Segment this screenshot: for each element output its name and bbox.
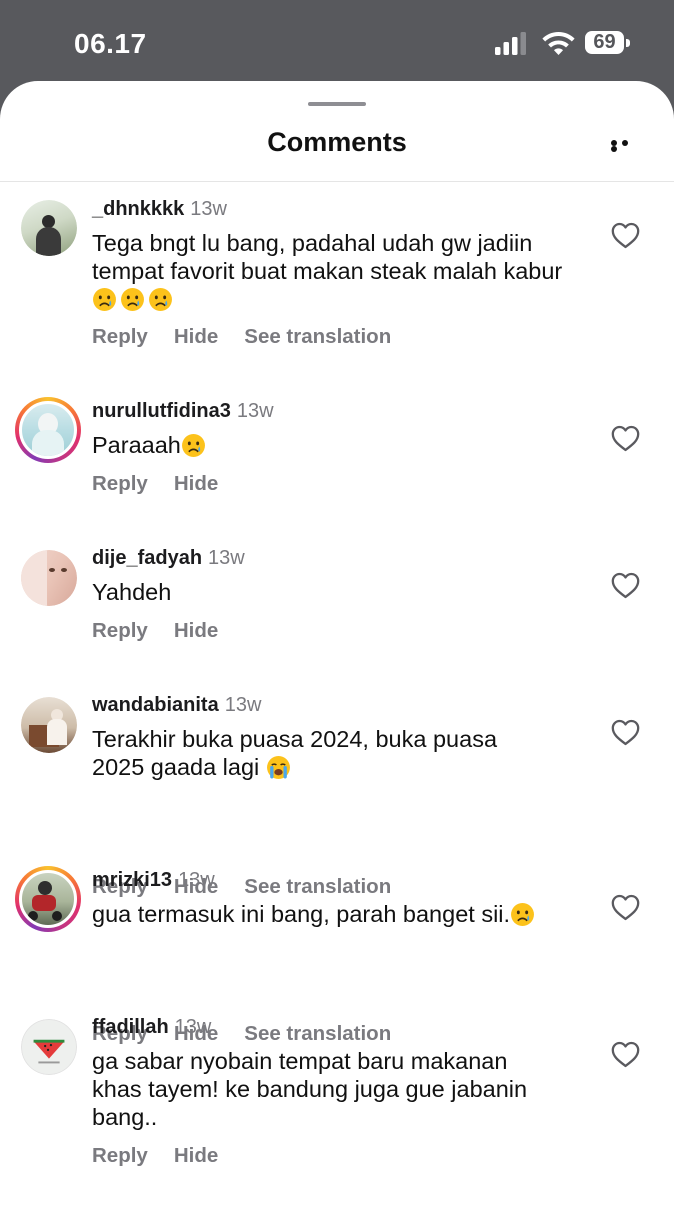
sheet-drag-handle[interactable] xyxy=(308,102,366,106)
comment-timestamp: 13w xyxy=(178,869,215,891)
comment-timestamp: 13w xyxy=(208,547,245,569)
hide-button[interactable]: Hide xyxy=(174,325,218,348)
reply-button[interactable]: Reply xyxy=(92,472,148,495)
comment-body: Terakhir buka puasa 2024, buka puasa 202… xyxy=(92,726,498,780)
comment-meta: ffadillah 13w xyxy=(92,1016,211,1039)
crying-face-icon xyxy=(121,288,144,311)
comment-meta: wandabianita 13w xyxy=(92,694,261,717)
comment-text: Paraaah xyxy=(92,431,584,459)
battery-indicator: 69 xyxy=(585,31,624,54)
cellular-signal-icon xyxy=(495,32,526,55)
like-heart-icon[interactable] xyxy=(611,222,640,249)
status-bar: 06.17 69 xyxy=(0,0,674,90)
crying-face-icon xyxy=(93,288,116,311)
avatar-story-ring[interactable] xyxy=(15,397,81,463)
comment-username[interactable]: _dhnkkkk xyxy=(92,198,184,220)
comment-username[interactable]: nurullutfidina3 xyxy=(92,400,231,422)
comments-sheet: Comments _dhnkkkk 13w Tega bngt lu bang, … xyxy=(0,81,674,1221)
like-heart-icon[interactable] xyxy=(611,1041,640,1068)
comment-text: Terakhir buka puasa 2024, buka puasa 202… xyxy=(92,725,532,781)
reply-button[interactable]: Reply xyxy=(92,325,148,348)
crying-face-icon xyxy=(149,288,172,311)
comment-meta: _dhnkkkk 13w xyxy=(92,198,227,221)
avatar[interactable] xyxy=(21,1019,77,1075)
hide-button[interactable]: Hide xyxy=(174,472,218,495)
battery-tip-icon xyxy=(626,39,630,47)
comment-meta: mrizki13 13w xyxy=(92,869,215,892)
avatar[interactable] xyxy=(21,200,77,256)
like-heart-icon[interactable] xyxy=(611,572,640,599)
crying-face-icon xyxy=(181,434,205,457)
comment-actions: Reply Hide xyxy=(92,1144,244,1168)
comment-timestamp: 13w xyxy=(224,694,262,716)
comment-actions: Reply Hide xyxy=(92,619,244,643)
comment-body: Paraaah xyxy=(92,432,181,458)
reply-button[interactable]: Reply xyxy=(92,1144,148,1167)
sheet-title: Comments xyxy=(267,127,407,157)
comment-meta: nurullutfidina3 13w xyxy=(92,400,274,423)
comment-timestamp: 13w xyxy=(190,198,227,220)
see-translation-button[interactable]: See translation xyxy=(244,1022,391,1045)
wifi-icon xyxy=(542,32,575,55)
comment-text: Yahdeh xyxy=(92,578,584,606)
watermelon-logo-icon xyxy=(33,1039,65,1064)
comment-actions: Reply Hide xyxy=(92,472,244,496)
header-divider xyxy=(0,181,674,182)
like-heart-icon[interactable] xyxy=(611,425,640,452)
avatar-story-ring[interactable] xyxy=(15,866,81,932)
comment-text: Tega bngt lu bang, padahal udah gw jadii… xyxy=(92,229,584,313)
comment-username[interactable]: wandabianita xyxy=(92,694,219,716)
see-translation-button[interactable]: See translation xyxy=(244,325,391,348)
comment-username[interactable]: mrizki13 xyxy=(92,869,172,891)
comment-username[interactable]: ffadillah xyxy=(92,1016,169,1038)
loudly-crying-face-icon xyxy=(266,756,290,779)
like-heart-icon[interactable] xyxy=(611,894,640,921)
crying-face-icon xyxy=(511,903,535,926)
status-time: 06.17 xyxy=(74,28,147,59)
comment-body: Yahdeh xyxy=(92,579,172,605)
comment-body: ga sabar nyobain tempat baru makanan kha… xyxy=(92,1048,528,1130)
comment-text: ga sabar nyobain tempat baru makanan kha… xyxy=(92,1047,552,1131)
comment-timestamp: 13w xyxy=(174,1016,212,1038)
hide-button[interactable]: Hide xyxy=(174,619,218,642)
avatar[interactable] xyxy=(21,550,77,606)
hide-button[interactable]: Hide xyxy=(174,1144,218,1167)
comment-actions: Reply Hide See translation xyxy=(92,325,417,349)
reply-button[interactable]: Reply xyxy=(92,619,148,642)
comment-text: gua termasuk ini bang, parah banget sii. xyxy=(92,900,584,928)
more-options-icon[interactable] xyxy=(611,140,641,152)
comment-username[interactable]: dije_fadyah xyxy=(92,547,202,569)
avatar[interactable] xyxy=(21,697,77,753)
comment-body: Tega bngt lu bang, padahal udah gw jadii… xyxy=(92,230,563,284)
comment-meta: dije_fadyah 13w xyxy=(92,547,245,570)
see-translation-button[interactable]: See translation xyxy=(244,875,391,898)
comment-timestamp: 13w xyxy=(236,400,274,422)
like-heart-icon[interactable] xyxy=(611,719,640,746)
comment-body: gua termasuk ini bang, parah banget sii. xyxy=(92,901,511,927)
